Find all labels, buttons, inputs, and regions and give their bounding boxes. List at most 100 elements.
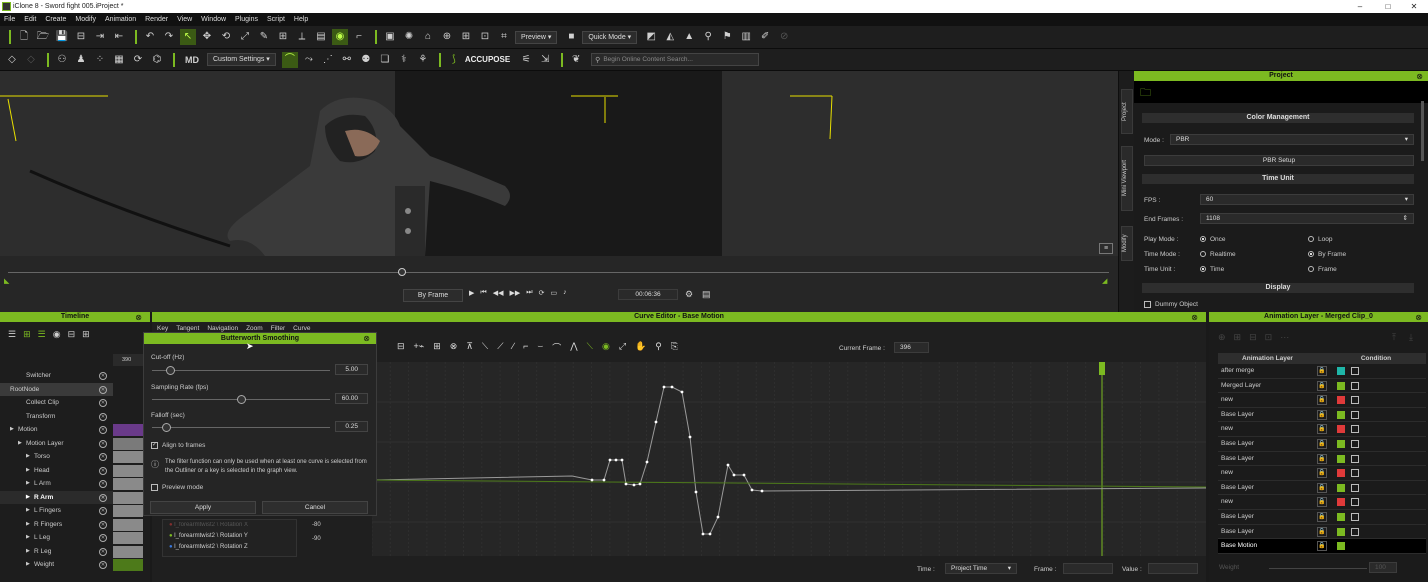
curve-key-point[interactable] <box>602 478 606 482</box>
timeline-track-row[interactable]: R Arm ▶ ✕ <box>0 490 113 504</box>
grid-icon[interactable]: ⊞ <box>458 29 474 45</box>
open-folder-icon[interactable]: 🗁 <box>35 29 51 45</box>
zoom-icon[interactable]: ⚲ <box>655 341 662 354</box>
subtitle-icon[interactable]: ▭ <box>550 289 557 297</box>
lock-icon[interactable]: 🔒 <box>1317 512 1327 522</box>
delete-key-icon[interactable]: ⊗ <box>450 341 458 354</box>
menu-modify[interactable]: Modify <box>75 16 96 23</box>
curve-key-point[interactable] <box>624 482 628 486</box>
filter-tangent-icon[interactable]: ⟍ <box>587 341 593 354</box>
align-frames-checkbox[interactable]: ✓ Align to frames <box>151 442 205 449</box>
project-scrollbar[interactable] <box>1421 101 1424 161</box>
show-tangent-icon[interactable]: ◉ <box>602 341 610 354</box>
curve-key-point[interactable] <box>750 488 754 492</box>
move-icon[interactable]: ✥ <box>199 29 215 45</box>
curve-key-point[interactable] <box>726 463 730 467</box>
animation-layer-row[interactable]: new 🔒 <box>1218 466 1426 481</box>
play-loop-radio[interactable]: Loop <box>1308 236 1332 243</box>
lock-icon[interactable]: 🔒 <box>1317 366 1327 376</box>
curve-key-point[interactable] <box>654 420 658 424</box>
mocap-icon[interactable]: ❏ <box>377 52 393 68</box>
remove-track-icon[interactable]: ✕ <box>99 466 107 475</box>
animation-layer-row[interactable]: Base Layer 🔒 <box>1218 510 1426 525</box>
people-icon[interactable]: ⚉ <box>358 52 374 68</box>
timeline-clip-track[interactable] <box>113 437 143 450</box>
quick-mode-dropdown[interactable]: Quick Mode ▾ <box>582 30 638 44</box>
timeline-track-row[interactable]: L Fingers ▶ ✕ <box>0 504 113 518</box>
animation-layer-row[interactable]: after merge 🔒 <box>1218 364 1426 379</box>
layer-color-swatch[interactable] <box>1337 513 1345 521</box>
timeline-track-row[interactable]: Motion Layer ▶ ✕ <box>0 437 113 451</box>
timeline-clip-track[interactable] <box>113 532 143 544</box>
pose-icon[interactable]: ⚲ <box>700 29 716 45</box>
layer-color-swatch[interactable] <box>1337 440 1345 448</box>
figure-icon[interactable]: ⚕ <box>396 52 412 68</box>
track-icon[interactable]: ⊞ <box>23 329 31 340</box>
curve-key-point[interactable] <box>632 483 636 487</box>
camera-icon[interactable]: ■ <box>563 29 579 45</box>
view-icon[interactable]: ◉ <box>53 329 61 340</box>
remove-track-icon[interactable]: ✕ <box>99 385 107 394</box>
layer-color-swatch[interactable] <box>1337 410 1345 419</box>
step-tangent-icon[interactable]: ⌐ <box>523 341 528 354</box>
expand-arrow-icon[interactable]: ▶ <box>26 504 30 518</box>
puppet-icon[interactable]: ⚘ <box>415 52 431 68</box>
value-input[interactable] <box>1148 563 1198 574</box>
menu-tangent[interactable]: Tangent <box>176 325 199 332</box>
layer-color-swatch[interactable] <box>1337 367 1345 375</box>
animation-layer-row[interactable]: Base Layer 🔒 <box>1218 481 1426 496</box>
curve-item[interactable]: ● l_forearmtwist2 \ Rotation X <box>163 520 296 531</box>
move-down-icon[interactable]: ⤓ <box>1409 332 1413 343</box>
layer-copy-icon[interactable]: ⊞ <box>1234 332 1242 343</box>
spring-icon[interactable]: ⤳ <box>301 52 317 68</box>
expand-arrow-icon[interactable]: ▶ <box>26 450 30 464</box>
timeline-track-row[interactable]: Switcher ✕ <box>0 369 113 383</box>
animation-layer-row[interactable]: Merged Layer 🔒 <box>1218 379 1426 394</box>
close-dialog-icon[interactable]: ⊗ <box>363 334 370 343</box>
mode-dropdown[interactable]: PBR ▾ <box>1170 134 1414 145</box>
layer-color-swatch[interactable] <box>1337 527 1345 536</box>
scale-icon[interactable]: ⤢ <box>237 29 253 45</box>
layer-color-swatch[interactable] <box>1337 498 1345 507</box>
content-search-box[interactable]: ⚲ Begin Online Content Search... <box>591 53 760 66</box>
layer-bake-icon[interactable]: ⊡ <box>1265 332 1273 343</box>
remove-track-icon[interactable]: ✕ <box>99 520 107 529</box>
list-icon[interactable]: ☰ <box>8 329 16 340</box>
play-once-radio[interactable]: Once <box>1200 236 1226 243</box>
rotation-y-curve[interactable] <box>371 386 1207 535</box>
remove-track-icon[interactable]: ✕ <box>99 493 107 502</box>
align-icon[interactable]: ⊞ <box>275 29 291 45</box>
menu-edit[interactable]: Edit <box>24 16 36 23</box>
table-icon[interactable]: ▦ <box>111 52 127 68</box>
break-tangent-icon[interactable]: ⋀ <box>570 341 577 354</box>
layer-color-swatch[interactable] <box>1337 454 1345 463</box>
remove-track-icon[interactable]: ✕ <box>99 561 107 569</box>
close-panel-icon[interactable]: ⊗ <box>135 313 142 322</box>
remove-track-icon[interactable]: ✕ <box>99 412 107 421</box>
layer-condition-checkbox[interactable] <box>1351 469 1359 478</box>
weight-input[interactable]: 100 <box>1369 562 1397 573</box>
points-icon[interactable]: ⁘ <box>92 52 108 68</box>
tab-project[interactable]: Project <box>1121 89 1133 134</box>
cancel-button[interactable]: Cancel <box>262 501 368 514</box>
pbr-setup-button[interactable]: PBR Setup <box>1144 155 1414 166</box>
layer-color-swatch[interactable] <box>1337 469 1345 478</box>
close-window-button[interactable]: ✕ <box>1404 0 1424 13</box>
preview-dropdown[interactable]: Preview ▾ <box>515 30 558 44</box>
menu-zoom[interactable]: Zoom <box>246 325 263 332</box>
accupose-button[interactable]: ACCUPOSE <box>465 55 510 64</box>
snap-icon[interactable]: ⌐ <box>351 29 367 45</box>
3d-viewport[interactable]: ◣ ◢ By Frame ▶ ⏮ ◀◀ ▶▶ ⏭ ⟳ ▭ ♪ 00:06:36 … <box>0 71 1118 312</box>
lock-icon[interactable]: 🔒 <box>1317 439 1327 449</box>
timeline-clip-track[interactable] <box>113 518 143 531</box>
diamond-icon[interactable]: ◇ <box>4 52 20 68</box>
curve-key-point[interactable] <box>662 385 666 389</box>
flat-tangent-icon[interactable]: ⊼ <box>466 341 473 354</box>
curve-key-point[interactable] <box>620 458 624 462</box>
merge-icon[interactable]: ⊟ <box>73 29 89 45</box>
curve-key-point[interactable] <box>708 532 712 536</box>
timeline-track-row[interactable]: R Leg ▶ ✕ <box>0 545 113 559</box>
edit-shape-icon[interactable]: ◩ <box>643 29 659 45</box>
collapse-icon[interactable]: ⊟ <box>68 329 76 340</box>
timeline-track-row[interactable]: Head ▶ ✕ <box>0 464 113 478</box>
